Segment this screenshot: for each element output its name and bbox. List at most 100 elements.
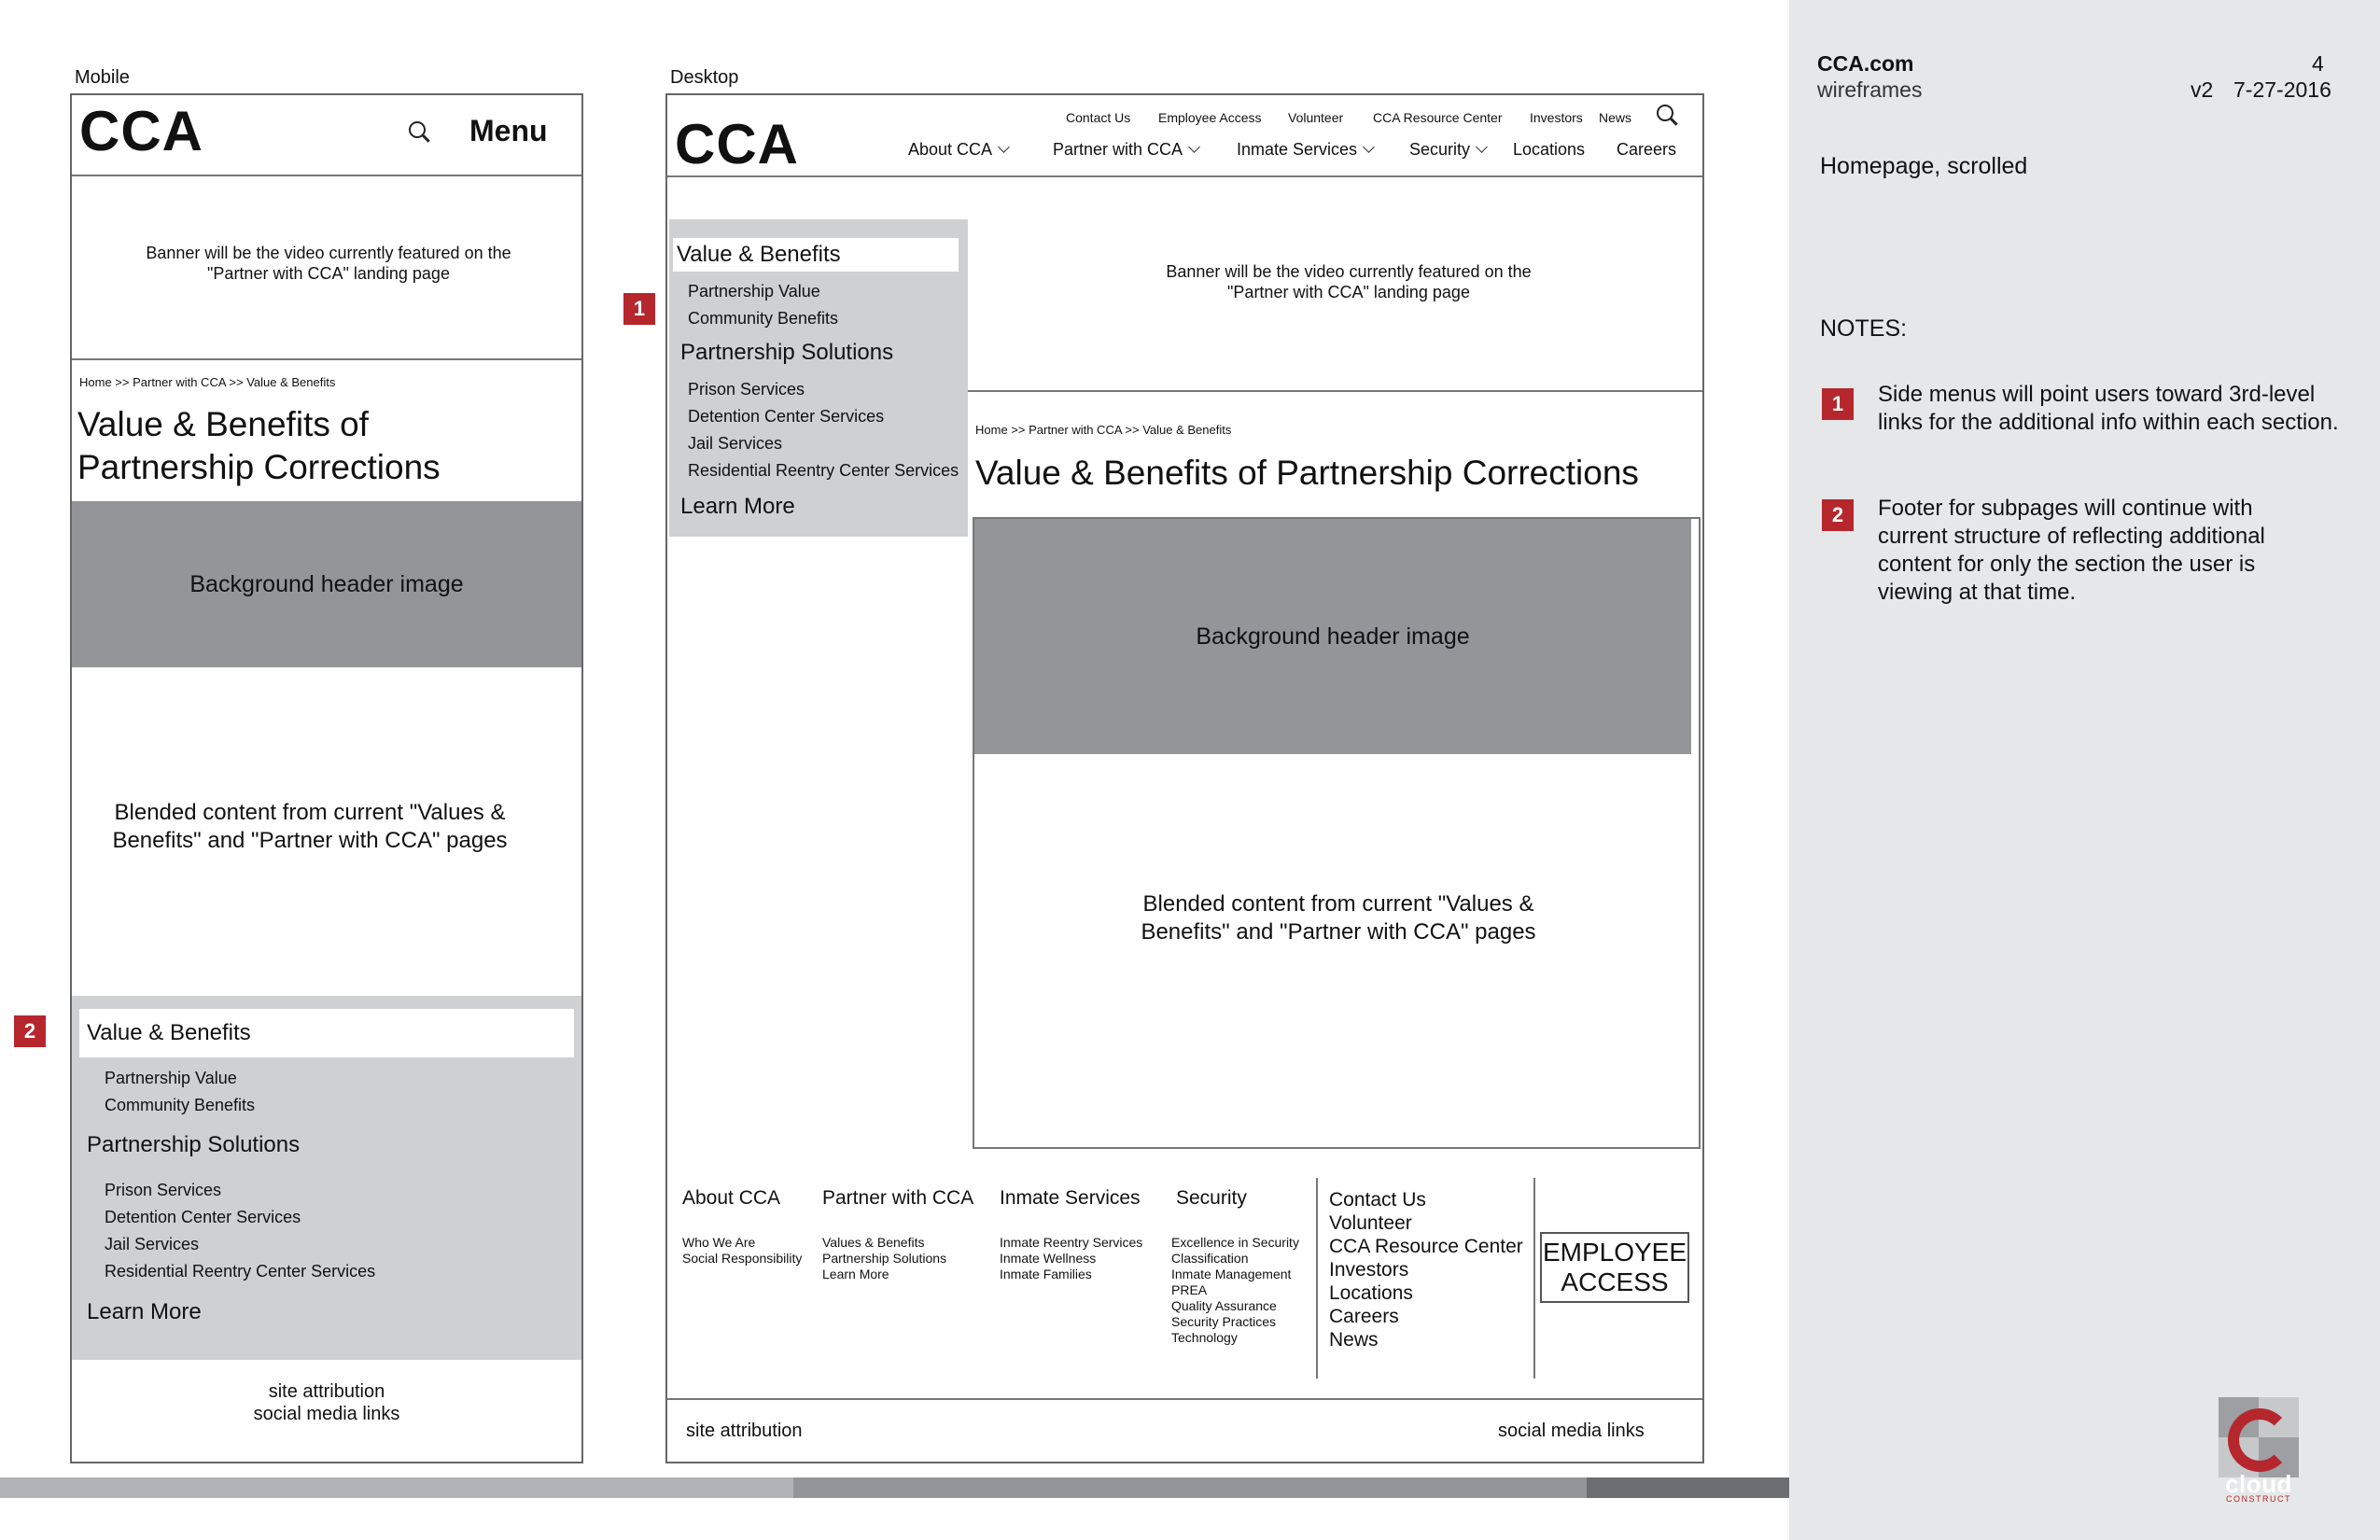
logo-subtext: CONSTRUCT — [2226, 1494, 2291, 1504]
side-menu-link-partnership-value[interactable]: Partnership Value — [688, 282, 820, 301]
utility-nav-contact-us[interactable]: Contact Us — [1066, 110, 1130, 125]
footer-col-security[interactable]: Security — [1176, 1187, 1247, 1210]
mobile-menu-button[interactable]: Menu — [469, 114, 548, 148]
side-menu-link-prison-services[interactable]: Prison Services — [688, 380, 805, 399]
mobile-footer-section-partnership-solutions[interactable]: Partnership Solutions — [87, 1132, 300, 1158]
desktop-label: Desktop — [670, 67, 739, 88]
desktop-social-links[interactable]: social media links — [1498, 1421, 1645, 1442]
side-menu-section-value-benefits[interactable]: Value & Benefits — [677, 242, 841, 268]
footer-link-careers[interactable]: Careers — [1329, 1306, 1399, 1328]
desktop-page-title: Value & Benefits of Partnership Correcti… — [975, 454, 1639, 492]
footer-link-inmate-families[interactable]: Inmate Families — [1000, 1267, 1092, 1282]
footer-link-quality-assurance[interactable]: Quality Assurance — [1171, 1298, 1277, 1314]
desktop-header-image-label: Background header image — [1196, 623, 1470, 650]
side-menu-learn-more[interactable]: Learn More — [680, 494, 795, 520]
notes-title: CCA.com — [1817, 51, 1914, 76]
footer-link-news[interactable]: News — [1329, 1329, 1379, 1351]
main-nav-careers[interactable]: Careers — [1617, 140, 1676, 160]
main-nav-security[interactable]: Security — [1409, 140, 1488, 160]
footer-link-classification[interactable]: Classification — [1171, 1251, 1248, 1267]
footer-col-about-cca[interactable]: About CCA — [682, 1187, 780, 1210]
desktop-site-attribution[interactable]: site attribution — [686, 1421, 803, 1442]
note-1-marker: 1 — [1822, 388, 1854, 420]
side-menu-link-community-benefits[interactable]: Community Benefits — [688, 309, 838, 329]
mobile-page-title: Value & Benefits of Partnership Correcti… — [77, 405, 441, 486]
footer-link-investors[interactable]: Investors — [1329, 1259, 1408, 1281]
mobile-header-image: Background header image — [72, 501, 581, 667]
footer-link-excellence-security[interactable]: Excellence in Security — [1171, 1235, 1299, 1251]
footer-link-security-practices[interactable]: Security Practices — [1171, 1314, 1276, 1330]
note-1-badge: 1 — [623, 293, 655, 325]
desktop-side-menu: Value & Benefits Partnership Value Commu… — [669, 219, 968, 537]
side-menu-link-detention-center[interactable]: Detention Center Services — [688, 407, 884, 427]
side-menu-section-partnership-solutions[interactable]: Partnership Solutions — [680, 340, 893, 366]
mobile-logo[interactable]: CCA — [79, 99, 203, 163]
mobile-breadcrumb[interactable]: Home >> Partner with CCA >> Value & Bene… — [79, 375, 335, 389]
footer-link-values-benefits[interactable]: Values & Benefits — [822, 1235, 924, 1251]
footer-col-inmate-services[interactable]: Inmate Services — [1000, 1187, 1141, 1210]
chevron-down-icon — [1476, 141, 1488, 153]
desktop-header-image: Background header image — [974, 519, 1691, 754]
utility-nav-employee-access[interactable]: Employee Access — [1158, 110, 1262, 125]
date: 7-27-2016 — [2233, 77, 2331, 102]
main-nav-locations[interactable]: Locations — [1513, 140, 1585, 160]
mobile-label: Mobile — [75, 67, 130, 88]
mobile-footer-link-community-benefits[interactable]: Community Benefits — [105, 1096, 255, 1115]
footer-link-inmate-reentry[interactable]: Inmate Reentry Services — [1000, 1235, 1142, 1251]
utility-nav-investors[interactable]: Investors — [1530, 110, 1583, 125]
main-nav-inmate-services-label: Inmate Services — [1237, 140, 1358, 159]
desktop-logo[interactable]: CCA — [675, 112, 799, 176]
page-number: 4 — [2312, 51, 2324, 76]
chevron-down-icon — [1363, 141, 1375, 153]
mobile-footer-link-detention-center[interactable]: Detention Center Services — [105, 1208, 301, 1227]
desktop-frame: CCA Contact Us Employee Access Volunteer… — [665, 93, 1704, 1463]
footer-link-partnership-solutions[interactable]: Partnership Solutions — [822, 1251, 946, 1267]
desktop-breadcrumb[interactable]: Home >> Partner with CCA >> Value & Bene… — [975, 423, 1231, 437]
utility-nav-resource-center[interactable]: CCA Resource Center — [1373, 110, 1503, 125]
logo-c-mark — [2228, 1408, 2291, 1472]
mobile-footer-link-prison-services[interactable]: Prison Services — [105, 1181, 221, 1200]
mobile-header-image-label: Background header image — [189, 570, 464, 597]
desktop-search-icon[interactable] — [1657, 105, 1673, 121]
employee-access-button[interactable]: EMPLOYEE ACCESS — [1540, 1232, 1689, 1303]
side-menu-link-residential-reentry[interactable]: Residential Reentry Center Services — [688, 461, 959, 481]
footer-link-social-responsibility[interactable]: Social Responsibility — [682, 1251, 802, 1267]
utility-nav-volunteer[interactable]: Volunteer — [1288, 110, 1343, 125]
footer-link-contact-us[interactable]: Contact Us — [1329, 1189, 1426, 1211]
note-2-marker: 2 — [1822, 499, 1854, 531]
utility-nav-news[interactable]: News — [1599, 110, 1631, 125]
note-2-text: Footer for subpages will continue with c… — [1878, 496, 2265, 605]
mobile-footer-menu: Value & Benefits Partnership Value Commu… — [72, 996, 581, 1360]
desktop-content-area: Background header image Blended content … — [973, 517, 1701, 1149]
mobile-footer-link-residential-reentry[interactable]: Residential Reentry Center Services — [105, 1262, 375, 1281]
footer-link-prea[interactable]: PREA — [1171, 1282, 1207, 1298]
mobile-content-text: Blended content from current "Values & B… — [112, 800, 508, 853]
mobile-frame: CCA Menu Banner will be the video curren… — [70, 93, 583, 1463]
mobile-footer-learn-more[interactable]: Learn More — [87, 1299, 202, 1325]
footer-col-partner[interactable]: Partner with CCA — [822, 1187, 973, 1210]
footer-link-learn-more[interactable]: Learn More — [822, 1267, 889, 1282]
notes-subtitle: wireframes — [1817, 77, 1923, 102]
footer-link-technology[interactable]: Technology — [1171, 1330, 1238, 1346]
main-nav-about-cca[interactable]: About CCA — [908, 140, 1010, 160]
footer-link-volunteer[interactable]: Volunteer — [1329, 1212, 1412, 1235]
mobile-footer-section-value-benefits[interactable]: Value & Benefits — [87, 1020, 251, 1046]
footer-link-who-we-are[interactable]: Who We Are — [682, 1235, 755, 1251]
mobile-search-icon[interactable] — [409, 121, 426, 138]
footer-link-locations[interactable]: Locations — [1329, 1282, 1413, 1305]
main-nav-inmate-services[interactable]: Inmate Services — [1237, 140, 1375, 160]
footer-link-inmate-wellness[interactable]: Inmate Wellness — [1000, 1251, 1096, 1267]
mobile-banner-text: Banner will be the video currently featu… — [146, 244, 511, 283]
footer-link-resource-center[interactable]: CCA Resource Center — [1329, 1236, 1523, 1258]
side-menu-link-jail-services[interactable]: Jail Services — [688, 434, 782, 454]
mobile-social-links[interactable]: social media links — [72, 1404, 581, 1425]
mobile-site-attribution[interactable]: site attribution — [72, 1381, 581, 1403]
chevron-down-icon — [998, 141, 1010, 153]
desktop-content-text: Blended content from current "Values & B… — [1141, 891, 1536, 945]
mobile-footer-link-jail-services[interactable]: Jail Services — [105, 1235, 199, 1254]
main-nav-partner[interactable]: Partner with CCA — [1053, 140, 1200, 160]
mobile-footer-link-partnership-value[interactable]: Partnership Value — [105, 1069, 237, 1088]
chevron-down-icon — [1188, 141, 1200, 153]
footer-link-inmate-management[interactable]: Inmate Management — [1171, 1267, 1291, 1282]
notes-panel: CCA.com wireframes 4 v2 7-27-2016 Homepa… — [1789, 0, 2380, 1540]
